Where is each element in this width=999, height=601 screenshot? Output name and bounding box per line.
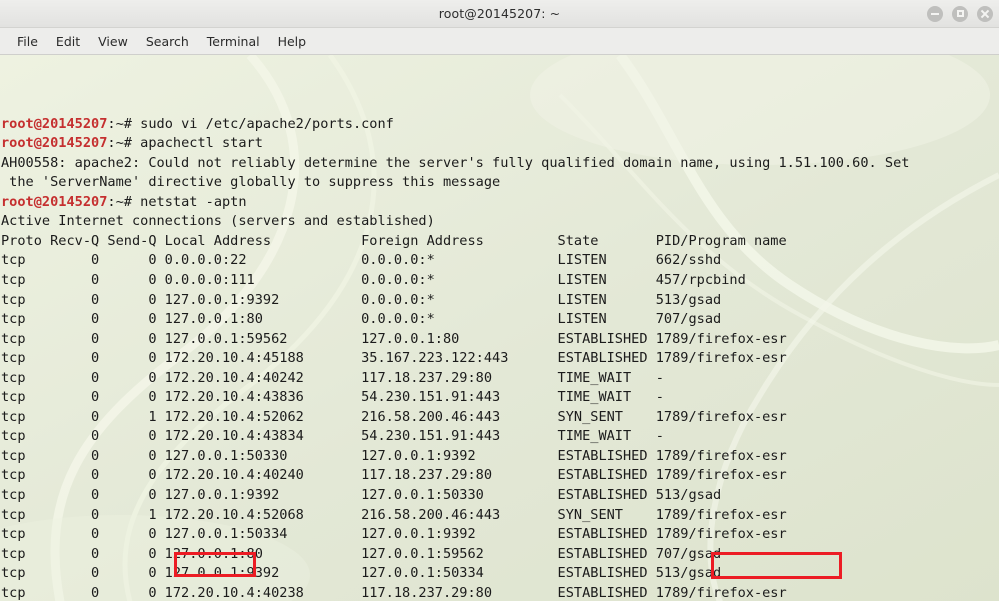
terminal-output-line: tcp 0 0 127.0.0.1:50330 127.0.0.1:9392 E…	[1, 447, 787, 464]
menu-item-file[interactable]: File	[8, 31, 47, 52]
prompt-path: :~#	[107, 193, 141, 210]
terminal-output-line: Proto Recv-Q Send-Q Local Address Foreig…	[1, 232, 787, 249]
menu-item-search[interactable]: Search	[137, 31, 198, 52]
terminal-prompt-line: root@20145207:~# sudo vi /etc/apache2/po…	[1, 115, 999, 135]
menu-item-edit[interactable]: Edit	[47, 31, 89, 52]
terminal-command: apachectl start	[140, 135, 263, 152]
prompt-user: root@20145207	[1, 193, 108, 210]
menu-item-help[interactable]: Help	[269, 31, 316, 52]
prompt-path: :~#	[107, 135, 141, 152]
terminal-command: sudo vi /etc/apache2/ports.conf	[140, 115, 394, 132]
terminal-output-line: tcp 0 1 172.20.10.4:52068 216.58.200.46:…	[1, 506, 787, 523]
menu-item-terminal[interactable]: Terminal	[198, 31, 269, 52]
terminal-window: root@20145207: ~ File Edit View Search T…	[0, 0, 999, 601]
terminal-output-line: tcp 0 0 172.20.10.4:43836 54.230.151.91:…	[1, 389, 664, 406]
terminal-output-line: tcp 0 0 127.0.0.1:9392 127.0.0.1:50334 E…	[1, 565, 722, 582]
window-controls	[927, 0, 993, 27]
terminal-output-line: tcp 0 0 172.20.10.4:40242 117.18.237.29:…	[1, 369, 664, 386]
terminal-output-line: tcp 0 1 172.20.10.4:52062 216.58.200.46:…	[1, 408, 787, 425]
terminal-output-line: tcp 0 0 0.0.0.0:111 0.0.0.0:* LISTEN 457…	[1, 272, 746, 289]
minimize-button-icon[interactable]	[927, 5, 943, 22]
terminal-screen[interactable]: root@20145207:~# sudo vi /etc/apache2/po…	[0, 55, 999, 601]
terminal-output-line: tcp 0 0 172.20.10.4:40240 117.18.237.29:…	[1, 467, 787, 484]
terminal-output-line: tcp 0 0 127.0.0.1:80 127.0.0.1:59562 EST…	[1, 545, 722, 562]
terminal-prompt-line: root@20145207:~# netstat -aptn	[1, 193, 999, 213]
menu-item-view[interactable]: View	[89, 31, 137, 52]
window-title: root@20145207: ~	[438, 6, 561, 21]
terminal-output-line: tcp 0 0 172.20.10.4:43834 54.230.151.91:…	[1, 428, 664, 445]
terminal-command: netstat -aptn	[140, 193, 247, 210]
prompt-path: :~#	[107, 115, 141, 132]
terminal-output-line: tcp 0 0 172.20.10.4:45188 35.167.223.122…	[1, 350, 787, 367]
close-button-icon[interactable]	[977, 5, 993, 22]
terminal-output-line: tcp 0 0 172.20.10.4:40238 117.18.237.29:…	[1, 584, 787, 601]
terminal-output-line: AH00558: apache2: Could not reliably det…	[1, 154, 910, 171]
prompt-user: root@20145207	[1, 115, 108, 132]
terminal-output-line: tcp 0 0 127.0.0.1:9392 0.0.0.0:* LISTEN …	[1, 291, 722, 308]
terminal-output-line: tcp 0 0 127.0.0.1:80 0.0.0.0:* LISTEN 70…	[1, 311, 722, 328]
terminal-output-line: the 'ServerName' directive globally to s…	[1, 174, 501, 191]
terminal-prompt-line: root@20145207:~# apachectl start	[1, 134, 999, 154]
terminal-output-line: tcp 0 0 0.0.0.0:22 0.0.0.0:* LISTEN 662/…	[1, 252, 722, 269]
terminal-output-line: Active Internet connections (servers and…	[1, 213, 435, 230]
terminal-output-line: tcp 0 0 127.0.0.1:59562 127.0.0.1:80 EST…	[1, 330, 787, 347]
maximize-button-icon[interactable]	[952, 5, 968, 22]
menubar: File Edit View Search Terminal Help	[0, 28, 999, 55]
prompt-user: root@20145207	[1, 135, 108, 152]
window-titlebar: root@20145207: ~	[0, 0, 999, 28]
terminal-output-line: tcp 0 0 127.0.0.1:9392 127.0.0.1:50330 E…	[1, 487, 722, 504]
terminal-output-line: tcp 0 0 127.0.0.1:50334 127.0.0.1:9392 E…	[1, 526, 787, 543]
terminal-output: root@20145207:~# sudo vi /etc/apache2/po…	[0, 55, 999, 601]
